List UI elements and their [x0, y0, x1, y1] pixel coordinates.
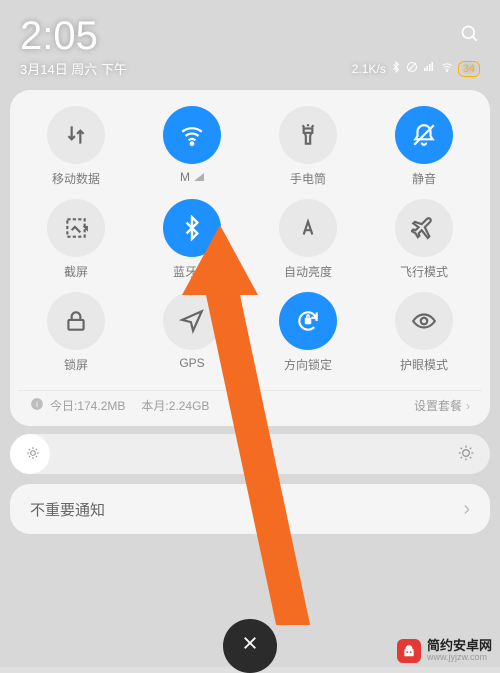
signal-indicator-icon	[201, 268, 211, 276]
toggle-auto-brightness[interactable]: 自动亮度	[250, 199, 366, 280]
page-dots	[18, 373, 482, 390]
close-button[interactable]	[223, 619, 277, 673]
brightness-high-icon	[458, 445, 474, 464]
auto-brightness-icon	[279, 199, 337, 257]
page-dot-1[interactable]	[242, 381, 247, 386]
toggle-eyecare[interactable]: 护眼模式	[366, 292, 482, 373]
data-plan-link[interactable]: 设置套餐	[414, 397, 462, 414]
flashlight-icon	[279, 106, 337, 164]
toggle-label: 自动亮度	[284, 263, 332, 280]
toggle-gps[interactable]: GPS	[134, 292, 250, 373]
wifi-status-icon	[440, 61, 454, 76]
toggle-grid: 移动数据 M 手电筒 静音截屏 蓝牙 自动亮度 飞行模式锁屏 GPS 方向锁定 护眼模式	[18, 106, 482, 373]
dnd-status-icon	[406, 61, 418, 76]
watermark-title: 简约安卓网	[427, 639, 492, 653]
unimportant-notifications-card[interactable]: 不重要通知 ›	[10, 484, 490, 534]
watermark-url: www.jyjzw.com	[427, 653, 492, 663]
toggle-screenshot[interactable]: 截屏	[18, 199, 134, 280]
network-speed: 2.1K/s	[352, 62, 386, 76]
toggle-label: 手电筒	[290, 170, 326, 187]
toggle-label: 截屏	[64, 263, 88, 280]
toggle-label: 锁屏	[64, 356, 88, 373]
toggle-label: 方向锁定	[284, 356, 332, 373]
cell-signal-icon	[422, 61, 436, 76]
lock-icon	[47, 292, 105, 350]
battery-indicator: 34	[458, 61, 480, 77]
svg-text:i: i	[36, 400, 38, 409]
toggle-airplane[interactable]: 飞行模式	[366, 199, 482, 280]
toggle-wifi[interactable]: M	[134, 106, 250, 187]
status-right-icons: 2.1K/s 34	[352, 60, 480, 77]
data-usage-row[interactable]: i 今日:174.2MB 本月:2.24GB 设置套餐 ›	[18, 390, 482, 420]
toggle-bluetooth[interactable]: 蓝牙	[134, 199, 250, 280]
chevron-right-icon: ›	[463, 498, 470, 521]
page-dot-2[interactable]	[253, 381, 258, 386]
toggle-label: 静音	[412, 170, 436, 187]
date-text: 3月14日 周六 下午	[20, 59, 127, 78]
bluetooth-icon	[163, 199, 221, 257]
info-icon: i	[30, 397, 44, 414]
toggle-label: 护眼模式	[400, 356, 448, 373]
toggle-flashlight[interactable]: 手电筒	[250, 106, 366, 187]
toggle-rotation-lock[interactable]: 方向锁定	[250, 292, 366, 373]
toggle-lock[interactable]: 锁屏	[18, 292, 134, 373]
rotation-lock-icon	[279, 292, 337, 350]
brightness-slider[interactable]	[10, 434, 490, 474]
unimportant-notifications-label: 不重要通知	[30, 499, 105, 520]
screenshot-icon	[47, 199, 105, 257]
close-icon	[241, 634, 259, 658]
data-month: 本月:2.24GB	[141, 397, 209, 414]
toggle-label: 蓝牙	[173, 263, 211, 280]
clock-time: 2:05	[20, 14, 460, 59]
data-today: 今日:174.2MB	[50, 397, 125, 414]
mute-icon	[395, 106, 453, 164]
watermark-icon	[397, 639, 421, 663]
bluetooth-status-icon	[390, 60, 402, 77]
watermark: 简约安卓网 www.jyjzw.com	[397, 639, 492, 663]
signal-indicator-icon	[194, 173, 204, 181]
toggle-data-swap[interactable]: 移动数据	[18, 106, 134, 187]
date-row: 3月14日 周六 下午 2.1K/s 34	[0, 59, 500, 82]
status-bar: 2:05	[0, 0, 500, 59]
toggle-label: 飞行模式	[400, 263, 448, 280]
toggle-label: GPS	[179, 356, 204, 370]
toggle-label: M	[180, 170, 204, 184]
data-swap-icon	[47, 106, 105, 164]
eyecare-icon	[395, 292, 453, 350]
wifi-icon	[163, 106, 221, 164]
brightness-low-icon	[26, 446, 40, 463]
airplane-icon	[395, 199, 453, 257]
search-icon[interactable]	[460, 24, 480, 49]
toggle-mute[interactable]: 静音	[366, 106, 482, 187]
chevron-right-icon: ›	[466, 399, 470, 413]
toggle-label: 移动数据	[52, 170, 100, 187]
quick-settings-panel: 移动数据 M 手电筒 静音截屏 蓝牙 自动亮度 飞行模式锁屏 GPS 方向锁定 护眼模式 i 今日…	[10, 90, 490, 426]
gps-icon	[163, 292, 221, 350]
